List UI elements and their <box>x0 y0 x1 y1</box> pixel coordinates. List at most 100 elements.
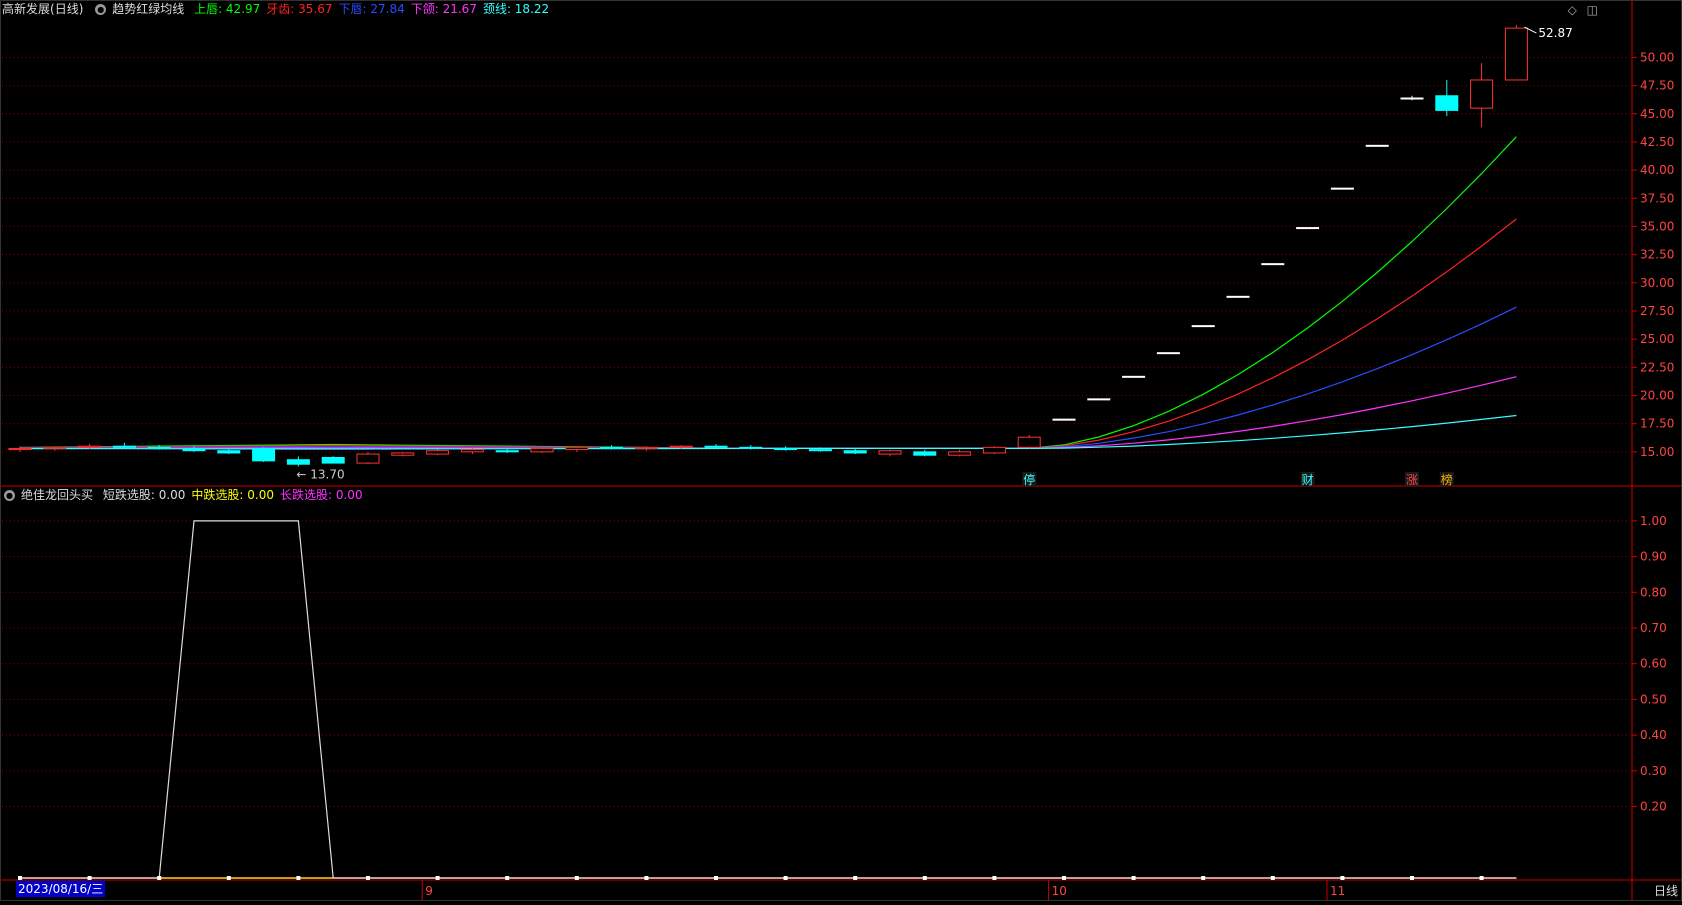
ma-line-1 <box>19 136 1517 449</box>
sub-tick-label: 0.20 <box>1640 800 1667 814</box>
zero-marker <box>18 876 22 880</box>
stock-name[interactable]: 高新发展 <box>2 2 50 16</box>
candle-body <box>460 449 484 453</box>
zero-marker <box>992 876 997 880</box>
zero-marker <box>922 876 927 880</box>
candlestick <box>1330 187 1354 190</box>
chart-canvas[interactable]: 15.00 17.50 20.00 22.50 25.00 27.50 30.00 32.50… <box>0 0 1682 901</box>
main-legend-item: 下唇: 27.84 <box>338 2 405 16</box>
zero-marker <box>1062 876 1066 880</box>
window-icon[interactable]: ◫ <box>1587 3 1598 17</box>
candle-body <box>530 447 554 453</box>
sub-tick-label: 0.90 <box>1640 550 1667 564</box>
sub-tick-label: 0.60 <box>1640 657 1667 671</box>
candlestick <box>600 445 624 450</box>
event-marker: 停 <box>1023 472 1035 487</box>
price-tick-label: 32.50 <box>1640 248 1674 262</box>
main-legend-item: 颈线: 18.22 <box>482 2 550 16</box>
sub-indicator-name[interactable]: 绝佳龙回头买 <box>21 488 93 502</box>
zero-marker <box>783 876 788 880</box>
candle-body <box>774 447 798 451</box>
candlestick <box>913 449 937 457</box>
candle-body <box>1191 325 1215 328</box>
ma-line-5 <box>20 414 1517 450</box>
candle-body <box>669 445 693 448</box>
price-tick-label: 47.50 <box>1640 79 1674 93</box>
candlestick <box>982 446 1006 455</box>
candle-body <box>704 445 728 448</box>
candle-body <box>1470 79 1494 109</box>
candle-body <box>1156 352 1180 355</box>
month-label: 10 <box>1052 884 1067 898</box>
candle-body <box>147 446 171 449</box>
candle-body <box>1296 227 1320 230</box>
price-tick-label: 30.00 <box>1640 276 1674 290</box>
main-legend-item: 下颌: 21.67 <box>410 2 477 16</box>
indicator-settings-icon[interactable]: ● <box>95 4 107 15</box>
sub-tick-label: 0.50 <box>1640 692 1667 706</box>
candlestick <box>426 449 450 456</box>
month-label: 11 <box>1330 884 1345 898</box>
sub-tick-label: 0.80 <box>1640 585 1667 599</box>
candlestick <box>1296 227 1320 230</box>
zero-marker <box>853 876 858 880</box>
zero-marker <box>1479 876 1484 880</box>
candle-body <box>426 450 450 455</box>
candlestick <box>460 448 484 455</box>
zero-marker <box>366 876 370 880</box>
main-chart-header: 高新发展(日线) ● 趋势红绿均线 上唇: 42.97 牙齿: 35.67 下唇: 2… <box>2 1 561 17</box>
sub-chart-header: ● 绝佳龙回头买 短跌选股: 0.00 中跌选股: 0.00 长跌选股: 0.00 <box>2 487 375 503</box>
candlestick <box>391 451 415 457</box>
candle-body <box>43 446 67 449</box>
candlestick <box>356 451 380 465</box>
candlestick <box>321 456 345 464</box>
candle-body <box>1365 144 1389 147</box>
candlestick <box>704 443 728 449</box>
sub-indicator-settings-icon[interactable]: ● <box>4 490 15 501</box>
price-tick-label: 42.50 <box>1640 135 1674 149</box>
candle-body <box>878 450 902 455</box>
diamond-icon[interactable]: ◇ <box>1568 3 1577 17</box>
candle-body <box>739 446 763 449</box>
zero-marker <box>157 876 162 880</box>
candle-body <box>808 449 832 452</box>
candlestick <box>1087 398 1111 401</box>
candle-body <box>321 456 345 464</box>
candle-body <box>1261 263 1285 266</box>
price-tick-label: 27.50 <box>1640 304 1674 318</box>
candlestick <box>1400 95 1424 101</box>
ma-line-2 <box>19 218 1517 449</box>
period-selector[interactable]: 日线 <box>1654 882 1678 899</box>
candle-body <box>112 445 136 448</box>
candlestick <box>43 446 67 451</box>
period-label: (日线) <box>50 2 84 16</box>
cursor-date: 2023/08/16/三 <box>16 881 106 897</box>
candle-body <box>1330 187 1354 190</box>
zero-marker <box>226 876 231 880</box>
zero-marker <box>574 876 579 880</box>
low-price-label: ← 13.70 <box>296 467 344 481</box>
candle-body <box>1052 418 1076 421</box>
candle-body <box>252 447 276 462</box>
indicator-name[interactable]: 趋势红绿均线 <box>112 2 184 16</box>
candlestick <box>252 447 276 462</box>
candle-body <box>8 447 32 451</box>
zero-marker <box>87 876 92 880</box>
candlestick <box>112 442 136 449</box>
candle-body <box>634 446 658 449</box>
sub-legend-item: 中跌选股: 0.00 <box>191 488 274 502</box>
price-tick-label: 37.50 <box>1640 191 1674 205</box>
zero-marker <box>435 876 440 880</box>
candlestick <box>1226 295 1250 298</box>
candle-body <box>217 450 241 454</box>
sub-tick-label: 0.70 <box>1640 621 1667 635</box>
candlestick <box>565 446 589 452</box>
candle-body <box>982 446 1006 454</box>
sub-legend-item: 短跌选股: 0.00 <box>102 488 186 502</box>
candle-body <box>913 451 937 456</box>
candle-body <box>495 450 519 453</box>
sub-line-1 <box>20 520 1517 879</box>
candle-body <box>948 451 972 456</box>
price-tick-label: 35.00 <box>1640 219 1674 233</box>
candlestick <box>634 446 658 451</box>
